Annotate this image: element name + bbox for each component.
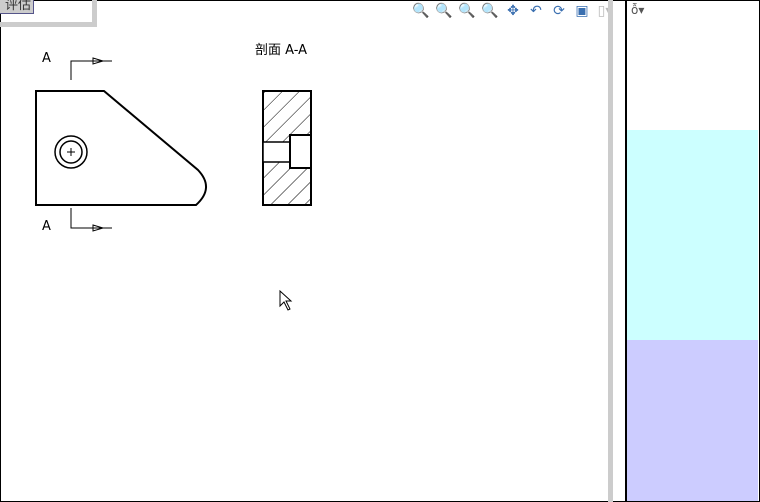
- section-line-bottom[interactable]: [70, 208, 112, 232]
- mouse-cursor: [279, 289, 293, 311]
- vertical-scrollbar[interactable]: [608, 0, 613, 502]
- section-line-top[interactable]: [70, 57, 112, 80]
- right-panel: ỗ▾: [627, 0, 758, 501]
- cyan-region: [627, 130, 758, 340]
- glasses-icon[interactable]: ỗ▾: [631, 3, 644, 17]
- drawing-sheet: A A 剖面 A-A: [35, 43, 312, 311]
- section-label-top: A: [42, 51, 51, 66]
- lavender-region: [627, 340, 758, 501]
- section-view[interactable]: [262, 90, 312, 206]
- section-view-title: 剖面 A-A: [255, 43, 307, 58]
- section-label-bottom: A: [42, 219, 51, 234]
- front-view[interactable]: [35, 90, 207, 206]
